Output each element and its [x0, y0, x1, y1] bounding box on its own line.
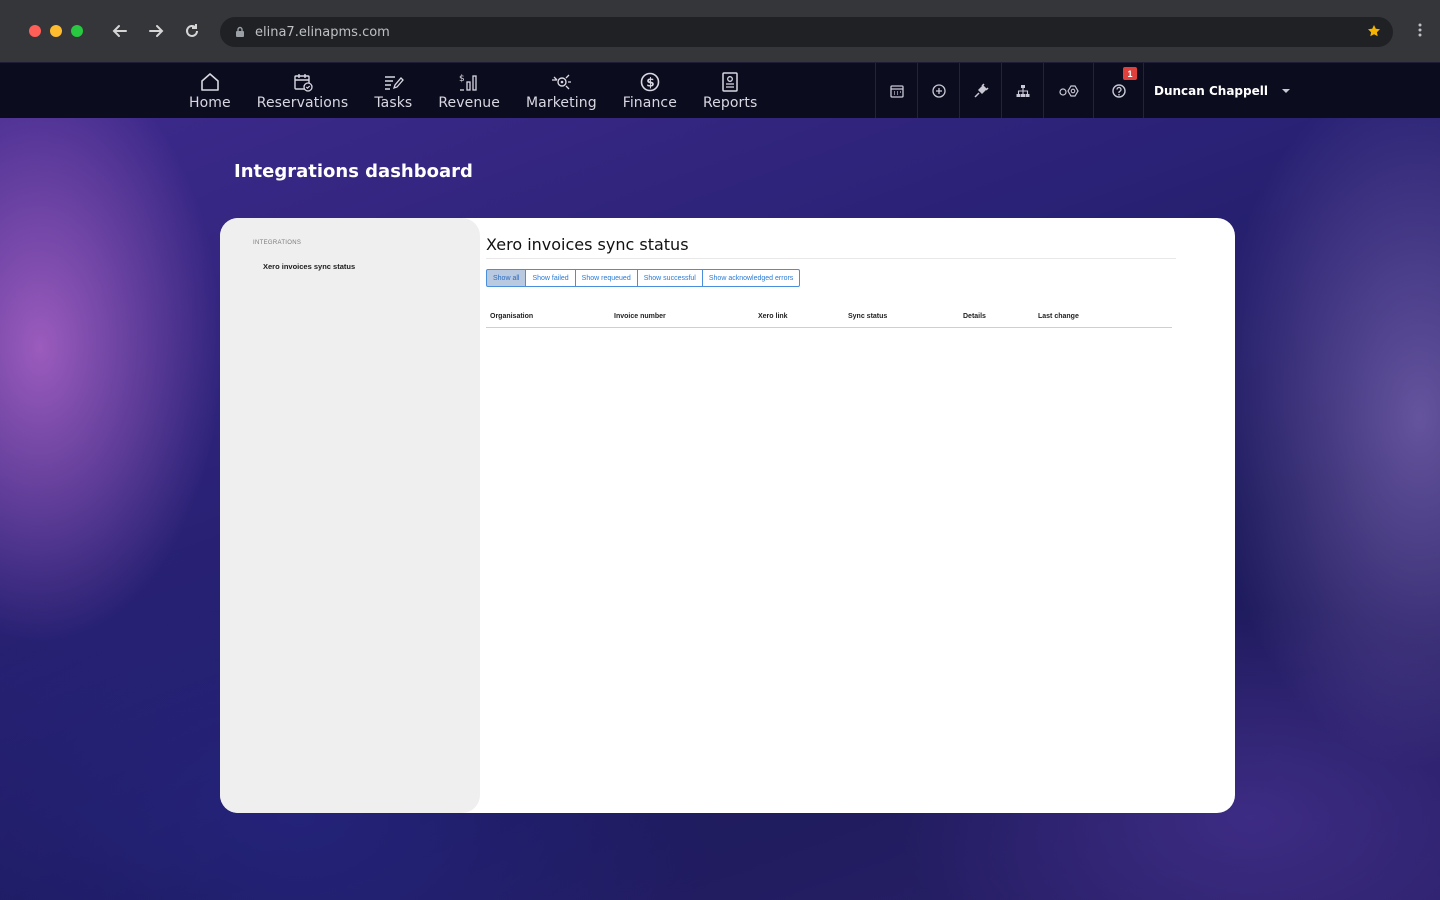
filter-show-failed-button[interactable]: Show failed — [525, 269, 576, 287]
nav-home-label: Home — [189, 95, 231, 111]
column-header-details[interactable]: Details — [963, 313, 986, 320]
divider — [486, 258, 1176, 259]
help-button[interactable]: 1 — [1093, 63, 1143, 119]
nav-reports[interactable]: Reports — [690, 63, 770, 119]
filter-show-requeued-button[interactable]: Show requeued — [574, 269, 638, 287]
back-icon[interactable] — [111, 22, 129, 40]
reload-icon[interactable] — [183, 22, 201, 40]
column-header-organisation[interactable]: Organisation — [490, 313, 533, 320]
close-window-button[interactable] — [29, 25, 41, 37]
address-bar[interactable]: elina7.elinapms.com — [220, 17, 1393, 47]
plus-circle-icon — [931, 84, 946, 98]
task-list-icon — [385, 76, 405, 90]
nav-tasks[interactable]: Tasks — [361, 63, 425, 119]
filter-button-group: Show all Show failed Show requeued Show … — [486, 269, 801, 287]
nav-revenue-label: Revenue — [438, 95, 500, 111]
help-icon — [1111, 84, 1126, 98]
column-header-sync-status[interactable]: Sync status — [848, 313, 887, 320]
browser-toolbar: elina7.elinapms.com — [0, 0, 1440, 62]
column-header-invoice-number[interactable]: Invoice number — [614, 313, 666, 320]
nav-tasks-label: Tasks — [374, 95, 413, 111]
filter-show-acknowledged-errors-button[interactable]: Show acknowledged errors — [701, 269, 801, 287]
integrations-panel: INTEGRATIONS Xero invoices sync status X… — [220, 218, 1235, 813]
bookmark-star-icon[interactable] — [1367, 24, 1381, 38]
report-icon — [722, 72, 738, 92]
quick-tools: 1 Duncan Chappell — [875, 63, 1290, 119]
window-controls — [29, 25, 83, 37]
browser-menu-icon[interactable] — [1418, 22, 1422, 43]
structure-button[interactable] — [1001, 63, 1043, 119]
lock-icon — [236, 26, 244, 37]
integrations-button[interactable] — [959, 63, 1001, 119]
column-header-last-change[interactable]: Last change — [1038, 313, 1079, 320]
sidebar-section-heading: INTEGRATIONS — [253, 240, 302, 246]
home-icon — [201, 73, 219, 91]
settings-icon — [1058, 85, 1079, 97]
nav-reservations-label: Reservations — [256, 95, 349, 111]
nav-reservations[interactable]: Reservations — [244, 63, 362, 119]
add-button[interactable] — [917, 63, 959, 119]
calendar-check-icon — [293, 74, 313, 92]
user-menu[interactable]: Duncan Chappell — [1143, 63, 1290, 119]
filter-show-successful-button[interactable]: Show successful — [636, 269, 703, 287]
dollar-circle-icon: $ — [640, 72, 660, 92]
nav-home[interactable]: Home — [176, 63, 244, 119]
chevron-down-icon — [1281, 89, 1290, 93]
revenue-chart-icon: $ — [459, 74, 477, 91]
forward-icon[interactable] — [147, 22, 165, 40]
marketing-icon — [552, 74, 572, 90]
nav-marketing-label: Marketing — [526, 95, 597, 111]
notification-badge: 1 — [1123, 67, 1137, 80]
calendar-icon — [889, 85, 904, 98]
user-name: Duncan Chappell — [1154, 84, 1268, 98]
main-navigation: Home Reservations Tasks $ Revenue Market… — [176, 63, 770, 119]
column-header-xero-link[interactable]: Xero link — [758, 313, 788, 320]
page-title: Integrations dashboard — [234, 161, 473, 182]
minimize-window-button[interactable] — [50, 25, 62, 37]
nav-marketing[interactable]: Marketing — [513, 63, 610, 119]
nav-revenue[interactable]: $ Revenue — [425, 63, 513, 119]
integrations-sidebar: INTEGRATIONS Xero invoices sync status — [220, 218, 480, 813]
svg-text:$: $ — [646, 76, 654, 90]
settings-button[interactable] — [1043, 63, 1093, 119]
plug-icon — [973, 83, 989, 98]
table-header: Organisation Invoice number Xero link Sy… — [486, 312, 1172, 328]
url-text: elina7.elinapms.com — [255, 24, 390, 40]
sitemap-icon — [1016, 85, 1029, 97]
sidebar-item-xero-invoices[interactable]: Xero invoices sync status — [263, 262, 355, 271]
nav-finance[interactable]: $ Finance — [610, 63, 690, 119]
section-heading: Xero invoices sync status — [486, 235, 689, 254]
calendar-button[interactable] — [875, 63, 917, 119]
svg-text:$: $ — [459, 74, 465, 84]
nav-finance-label: Finance — [622, 95, 677, 111]
filter-show-all-button[interactable]: Show all — [486, 269, 527, 287]
app-navbar: Home Reservations Tasks $ Revenue Market… — [0, 62, 1440, 119]
maximize-window-button[interactable] — [71, 25, 83, 37]
nav-reports-label: Reports — [702, 95, 758, 111]
